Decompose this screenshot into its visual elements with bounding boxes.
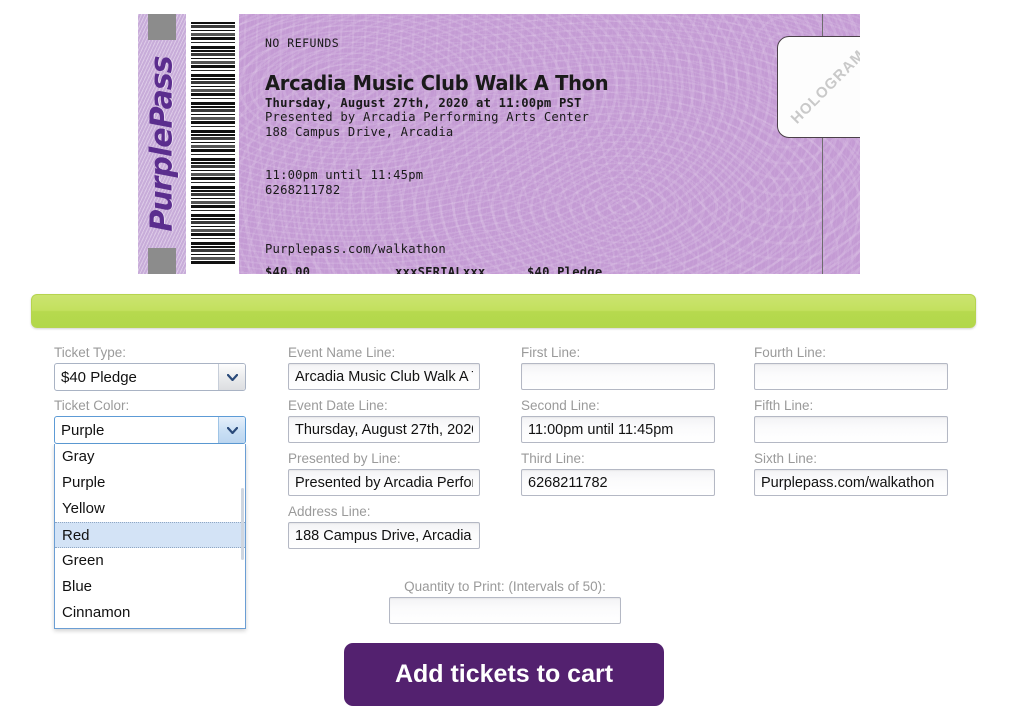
hologram-box: HOLOGRAM [777, 36, 860, 138]
ticket-footer-price: $40.00 [265, 265, 311, 274]
ticket-color-select[interactable]: Purple [54, 416, 246, 444]
ticket-third-line: 6268211782 [265, 183, 341, 197]
label-second-line: Second Line: [521, 398, 600, 413]
first-line-input[interactable] [521, 363, 715, 390]
ticket-event-date: Thursday, August 27th, 2020 at 11:00pm P… [265, 96, 582, 110]
dropdown-option-blue[interactable]: Blue [55, 574, 245, 600]
ticket-address: 188 Campus Drive, Arcadia [265, 125, 454, 139]
label-fifth-line: Fifth Line: [754, 398, 814, 413]
label-presented-by-line: Presented by Line: [288, 451, 401, 466]
field-address-line: Address Line: [288, 504, 480, 549]
label-ticket-color: Ticket Color: [54, 398, 130, 413]
field-event-name-line: Event Name Line: [288, 345, 480, 390]
label-event-name-line: Event Name Line: [288, 345, 396, 360]
barcode-icon [190, 22, 235, 266]
label-sixth-line: Sixth Line: [754, 451, 818, 466]
green-progress-bar [31, 294, 976, 328]
dropdown-option-green[interactable]: Green [55, 548, 245, 574]
chevron-down-glyph [226, 426, 238, 434]
ticket-sixth-line: Purplepass.com/walkathon [265, 242, 446, 256]
label-address-line: Address Line: [288, 504, 371, 519]
stub-gray-block-top [148, 14, 176, 40]
ticket-footer-serial: xxxSERIALxxx [395, 265, 486, 274]
third-line-input[interactable] [521, 469, 715, 496]
hologram-label: HOLOGRAM [787, 46, 860, 128]
ticket-body: NO REFUNDS Arcadia Music Club Walk A Tho… [239, 14, 860, 274]
ticket-text-block: NO REFUNDS Arcadia Music Club Walk A Tho… [265, 14, 860, 274]
dropdown-option-cinnamon[interactable]: Cinnamon [55, 600, 245, 626]
field-third-line: Third Line: [521, 451, 715, 496]
label-quantity-to-print: Quantity to Print: (Intervals of 50): [404, 579, 606, 594]
second-line-input[interactable] [521, 416, 715, 443]
field-second-line: Second Line: [521, 398, 715, 443]
field-fourth-line: Fourth Line: [754, 345, 948, 390]
event-name-line-input[interactable] [288, 363, 480, 390]
ticket-preview: PurplePass NO REFUNDS Arcadia Music Club… [138, 14, 860, 274]
field-fifth-line: Fifth Line: [754, 398, 948, 443]
label-ticket-type: Ticket Type: [54, 345, 127, 360]
purplepass-logo-text: PurplePass [144, 56, 180, 232]
field-event-date-line: Event Date Line: [288, 398, 480, 443]
ticket-color-select-value: Purple [61, 421, 105, 439]
ticket-barcode-panel [186, 14, 239, 274]
fourth-line-input[interactable] [754, 363, 948, 390]
dropdown-option-red[interactable]: Red [55, 522, 245, 548]
label-fourth-line: Fourth Line: [754, 345, 827, 360]
quantity-to-print-input[interactable] [389, 597, 621, 624]
field-presented-by-line: Presented by Line: [288, 451, 480, 496]
chevron-down-icon[interactable] [218, 364, 245, 390]
dropdown-option-gray[interactable]: Gray [55, 444, 245, 470]
add-tickets-to-cart-button[interactable]: Add tickets to cart [344, 643, 664, 706]
fifth-line-input[interactable] [754, 416, 948, 443]
field-quantity-to-print: Quantity to Print: (Intervals of 50): [389, 579, 621, 624]
ticket-no-refunds: NO REFUNDS [265, 36, 340, 50]
ticket-type-select[interactable]: $40 Pledge [54, 363, 246, 391]
ticket-customization-form: Ticket Type: $40 Pledge Ticket Color: Pu… [0, 340, 1013, 726]
ticket-type-select-value: $40 Pledge [61, 368, 137, 386]
ticket-second-line: 11:00pm until 11:45pm [265, 168, 424, 182]
purplepass-logo: PurplePass [145, 56, 180, 231]
field-sixth-line: Sixth Line: [754, 451, 948, 496]
field-first-line: First Line: [521, 345, 715, 390]
presented-by-line-input[interactable] [288, 469, 480, 496]
field-ticket-color: Ticket Color: Purple Gray Purple Yellow … [54, 398, 246, 629]
sixth-line-input[interactable] [754, 469, 948, 496]
dropdown-scrollbar[interactable] [241, 488, 244, 560]
ticket-color-dropdown-list[interactable]: Gray Purple Yellow Red Green Blue Cinnam… [54, 444, 246, 629]
dropdown-option-purple[interactable]: Purple [55, 470, 245, 496]
label-first-line: First Line: [521, 345, 581, 360]
event-date-line-input[interactable] [288, 416, 480, 443]
label-event-date-line: Event Date Line: [288, 398, 388, 413]
stub-gray-block-bottom [148, 248, 176, 274]
ticket-event-name: Arcadia Music Club Walk A Thon [265, 71, 609, 95]
chevron-down-icon[interactable] [218, 417, 245, 443]
ticket-presented-by: Presented by Arcadia Performing Arts Cen… [265, 110, 590, 124]
field-ticket-type: Ticket Type: $40 Pledge [54, 345, 246, 391]
label-third-line: Third Line: [521, 451, 585, 466]
ticket-brand-stub: PurplePass [138, 14, 186, 274]
address-line-input[interactable] [288, 522, 480, 549]
chevron-down-glyph [226, 373, 238, 381]
ticket-footer-ticket-type: $40 Pledge [527, 265, 603, 274]
dropdown-option-yellow[interactable]: Yellow [55, 496, 245, 522]
